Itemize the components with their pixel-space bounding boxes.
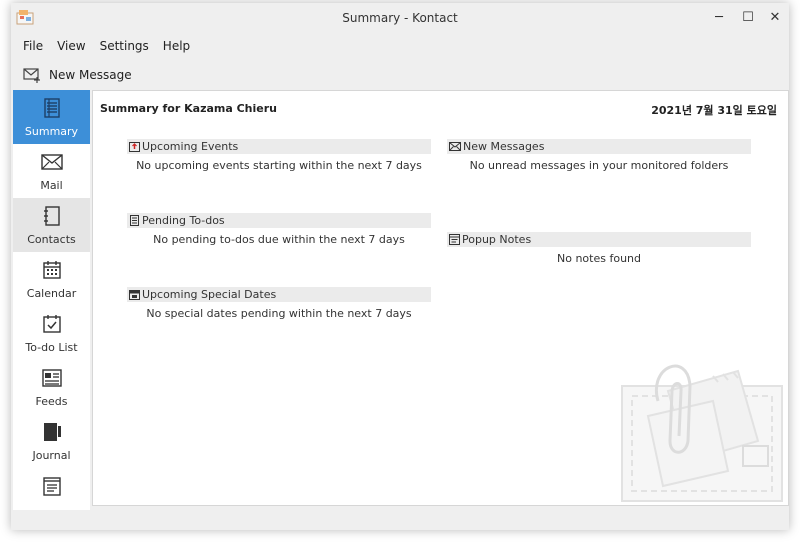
upcoming-events-header[interactable]: Upcoming Events <box>127 139 431 154</box>
summary-date: 2021년 7월 31일 토요일 <box>651 104 777 117</box>
sidebar-item-calendar[interactable]: Calendar <box>13 252 90 306</box>
sidebar-item-summary[interactable]: Summary <box>13 90 90 144</box>
maximize-button[interactable]: ☐ <box>738 8 758 28</box>
minimize-button[interactable]: ─ <box>709 8 729 28</box>
sidebar-item-label: Summary <box>24 125 79 138</box>
new-message-label: New Message <box>49 68 132 82</box>
menu-view[interactable]: View <box>50 36 92 56</box>
kontact-window: Summary - Kontact ─ ☐ ✕ File View Settin… <box>11 3 789 530</box>
title-bar[interactable]: Summary - Kontact ─ ☐ ✕ <box>11 3 789 33</box>
summary-panel: Summary for Kazama Chieru 2021년 7월 31일 토… <box>92 90 789 506</box>
sidebar-item-contacts[interactable]: Contacts <box>13 198 90 252</box>
special-dates-text: No special dates pending within the next… <box>146 307 412 320</box>
sidebar-item-label: Calendar <box>26 287 77 300</box>
event-icon <box>129 142 140 152</box>
upcoming-events-text: No upcoming events starting within the n… <box>136 159 422 172</box>
popup-notes-text: No notes found <box>557 252 641 265</box>
new-message-button[interactable]: New Message <box>23 65 132 85</box>
section-title: Upcoming Events <box>142 140 239 153</box>
pending-todos-header[interactable]: Pending To-dos <box>127 213 431 228</box>
special-date-icon <box>129 290 140 300</box>
sidebar-item-label: Mail <box>40 179 63 192</box>
menu-settings[interactable]: Settings <box>93 36 156 56</box>
kontact-watermark-illustration <box>621 364 783 502</box>
section-title: Popup Notes <box>462 233 532 246</box>
sidebar-item-label: Journal <box>32 449 71 462</box>
section-title: Upcoming Special Dates <box>142 288 277 301</box>
contacts-icon <box>44 206 60 226</box>
toolbar: New Message <box>11 63 789 87</box>
sidebar: Summary Mail Contacts Calendar To-do Lis… <box>13 90 90 510</box>
summary-heading: Summary for Kazama Chieru <box>100 102 277 115</box>
sidebar-item-todo[interactable]: To-do List <box>13 306 90 360</box>
sidebar-item-label: Contacts <box>27 233 76 246</box>
summary-icon <box>44 98 60 118</box>
mail-icon <box>449 142 461 151</box>
section-title: New Messages <box>463 140 545 153</box>
calendar-icon <box>43 261 61 279</box>
todo-list-icon <box>130 215 139 226</box>
section-title: Pending To-dos <box>142 214 225 227</box>
pending-todos-text: No pending to-dos due within the next 7 … <box>153 233 405 246</box>
sidebar-item-label: Feeds <box>35 395 68 408</box>
sidebar-item-feeds[interactable]: Feeds <box>13 360 90 414</box>
sidebar-item-label: To-do List <box>25 341 78 354</box>
popup-notes-header[interactable]: Popup Notes <box>447 232 751 247</box>
new-messages-text: No unread messages in your monitored fol… <box>469 159 729 172</box>
notes-icon <box>43 477 61 496</box>
todo-icon <box>43 315 61 333</box>
menu-help[interactable]: Help <box>156 36 197 56</box>
window-title: Summary - Kontact <box>342 11 458 25</box>
sidebar-item-mail[interactable]: Mail <box>13 144 90 198</box>
menu-bar: File View Settings Help <box>11 36 197 56</box>
menu-file[interactable]: File <box>11 36 50 56</box>
sidebar-item-journal[interactable]: Journal <box>13 414 90 468</box>
close-button[interactable]: ✕ <box>765 8 785 28</box>
new-messages-header[interactable]: New Messages <box>447 139 751 154</box>
feeds-icon <box>42 369 62 387</box>
sidebar-item-notes[interactable] <box>13 468 90 510</box>
mail-icon <box>41 154 63 170</box>
journal-icon <box>44 423 61 441</box>
special-dates-header[interactable]: Upcoming Special Dates <box>127 287 431 302</box>
desktop-background: Summary - Kontact ─ ☐ ✕ File View Settin… <box>0 0 800 546</box>
note-icon <box>449 234 460 245</box>
new-message-icon <box>23 68 40 83</box>
